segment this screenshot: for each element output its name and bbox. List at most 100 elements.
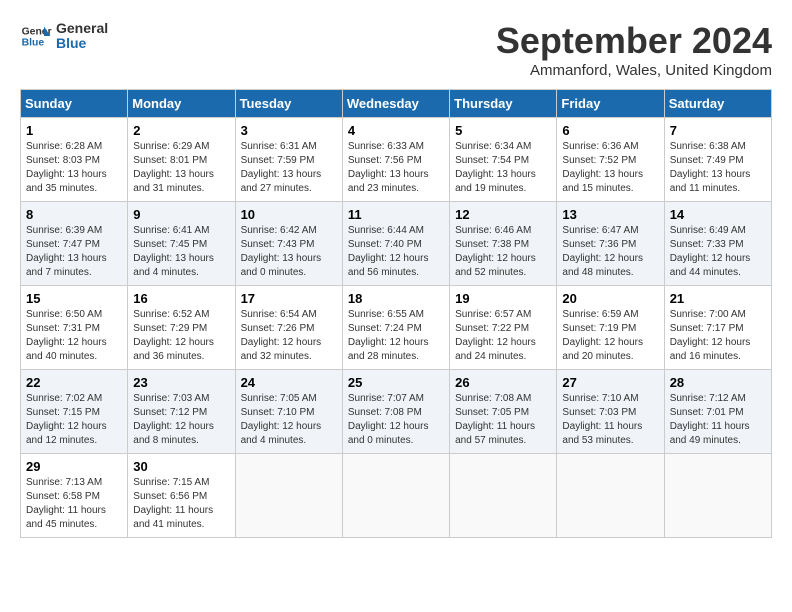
day-cell: 6 Sunrise: 6:36 AM Sunset: 7:52 PM Daylig…: [557, 118, 664, 202]
day-cell: 21 Sunrise: 7:00 AM Sunset: 7:17 PM Dayli…: [664, 286, 771, 370]
day-info: Sunrise: 6:31 AM Sunset: 7:59 PM Dayligh…: [241, 140, 337, 196]
day-number: 13: [562, 207, 658, 222]
page-header: General Blue General Blue September 2024…: [20, 20, 772, 79]
day-info: Sunrise: 7:05 AM Sunset: 7:10 PM Dayligh…: [241, 392, 337, 448]
day-info: Sunrise: 6:57 AM Sunset: 7:22 PM Dayligh…: [455, 308, 551, 364]
day-number: 16: [133, 291, 229, 306]
day-cell: [664, 454, 771, 538]
day-info: Sunrise: 7:03 AM Sunset: 7:12 PM Dayligh…: [133, 392, 229, 448]
day-cell: 30 Sunrise: 7:15 AM Sunset: 6:56 PM Dayli…: [128, 454, 235, 538]
day-info: Sunrise: 7:13 AM Sunset: 6:58 PM Dayligh…: [26, 476, 122, 532]
day-number: 29: [26, 459, 122, 474]
day-cell: 14Sunrise: 6:49 AM Sunset: 7:33 PM Dayli…: [664, 202, 771, 286]
day-number: 23: [133, 375, 229, 390]
day-info: Sunrise: 7:12 AM Sunset: 7:01 PM Dayligh…: [670, 392, 766, 448]
day-number: 9: [133, 207, 229, 222]
day-cell: 16 Sunrise: 6:52 AM Sunset: 7:29 PM Dayli…: [128, 286, 235, 370]
day-info: Sunrise: 6:52 AM Sunset: 7:29 PM Dayligh…: [133, 308, 229, 364]
weekday-friday: Friday: [557, 90, 664, 118]
day-cell: 7 Sunrise: 6:38 AM Sunset: 7:49 PM Daylig…: [664, 118, 771, 202]
day-info: Sunrise: 6:28 AM Sunset: 8:03 PM Dayligh…: [26, 140, 122, 196]
day-info: Sunrise: 6:47 AM Sunset: 7:36 PM Dayligh…: [562, 224, 658, 280]
week-row-2: 8Sunrise: 6:39 AM Sunset: 7:47 PM Daylig…: [21, 202, 772, 286]
day-cell: 2 Sunrise: 6:29 AM Sunset: 8:01 PM Daylig…: [128, 118, 235, 202]
day-info: Sunrise: 6:44 AM Sunset: 7:40 PM Dayligh…: [348, 224, 444, 280]
day-info: Sunrise: 7:00 AM Sunset: 7:17 PM Dayligh…: [670, 308, 766, 364]
day-cell: 24Sunrise: 7:05 AM Sunset: 7:10 PM Dayli…: [235, 370, 342, 454]
day-cell: 13 Sunrise: 6:47 AM Sunset: 7:36 PM Dayli…: [557, 202, 664, 286]
day-number: 20: [562, 291, 658, 306]
weekday-wednesday: Wednesday: [342, 90, 449, 118]
day-cell: 12 Sunrise: 6:46 AM Sunset: 7:38 PM Dayli…: [450, 202, 557, 286]
day-cell: 19 Sunrise: 6:57 AM Sunset: 7:22 PM Dayli…: [450, 286, 557, 370]
day-number: 15: [26, 291, 122, 306]
day-number: 7: [670, 123, 766, 138]
weekday-saturday: Saturday: [664, 90, 771, 118]
day-info: Sunrise: 7:02 AM Sunset: 7:15 PM Dayligh…: [26, 392, 122, 448]
day-number: 10: [241, 207, 337, 222]
day-cell: 25Sunrise: 7:07 AM Sunset: 7:08 PM Dayli…: [342, 370, 449, 454]
day-number: 19: [455, 291, 551, 306]
day-cell: 11 Sunrise: 6:44 AM Sunset: 7:40 PM Dayli…: [342, 202, 449, 286]
day-info: Sunrise: 7:10 AM Sunset: 7:03 PM Dayligh…: [562, 392, 658, 448]
day-number: 12: [455, 207, 551, 222]
day-cell: [557, 454, 664, 538]
day-cell: 17Sunrise: 6:54 AM Sunset: 7:26 PM Dayli…: [235, 286, 342, 370]
day-number: 2: [133, 123, 229, 138]
calendar-table: SundayMondayTuesdayWednesdayThursdayFrid…: [20, 89, 772, 538]
day-number: 6: [562, 123, 658, 138]
day-number: 11: [348, 207, 444, 222]
day-number: 1: [26, 123, 122, 138]
day-number: 3: [241, 123, 337, 138]
day-number: 4: [348, 123, 444, 138]
day-cell: 10 Sunrise: 6:42 AM Sunset: 7:43 PM Dayli…: [235, 202, 342, 286]
week-row-4: 22 Sunrise: 7:02 AM Sunset: 7:15 PM Dayli…: [21, 370, 772, 454]
day-info: Sunrise: 6:33 AM Sunset: 7:56 PM Dayligh…: [348, 140, 444, 196]
weekday-thursday: Thursday: [450, 90, 557, 118]
week-row-5: 29 Sunrise: 7:13 AM Sunset: 6:58 PM Dayli…: [21, 454, 772, 538]
day-info: Sunrise: 7:08 AM Sunset: 7:05 PM Dayligh…: [455, 392, 551, 448]
month-title: September 2024: [496, 20, 772, 62]
week-row-3: 15 Sunrise: 6:50 AM Sunset: 7:31 PM Dayli…: [21, 286, 772, 370]
day-cell: 27 Sunrise: 7:10 AM Sunset: 7:03 PM Dayli…: [557, 370, 664, 454]
day-number: 22: [26, 375, 122, 390]
day-number: 18: [348, 291, 444, 306]
title-block: September 2024 Ammanford, Wales, United …: [496, 20, 772, 79]
day-cell: 18 Sunrise: 6:55 AM Sunset: 7:24 PM Dayli…: [342, 286, 449, 370]
day-cell: 15 Sunrise: 6:50 AM Sunset: 7:31 PM Dayli…: [21, 286, 128, 370]
day-info: Sunrise: 6:50 AM Sunset: 7:31 PM Dayligh…: [26, 308, 122, 364]
day-info: Sunrise: 7:07 AM Sunset: 7:08 PM Dayligh…: [348, 392, 444, 448]
day-number: 30: [133, 459, 229, 474]
day-number: 5: [455, 123, 551, 138]
logo: General Blue General Blue: [20, 20, 108, 52]
logo-icon: General Blue: [20, 20, 52, 52]
day-number: 27: [562, 375, 658, 390]
day-info: Sunrise: 6:34 AM Sunset: 7:54 PM Dayligh…: [455, 140, 551, 196]
day-info: Sunrise: 6:59 AM Sunset: 7:19 PM Dayligh…: [562, 308, 658, 364]
logo-line2: Blue: [56, 36, 108, 51]
day-number: 17: [241, 291, 337, 306]
day-info: Sunrise: 6:41 AM Sunset: 7:45 PM Dayligh…: [133, 224, 229, 280]
day-info: Sunrise: 6:36 AM Sunset: 7:52 PM Dayligh…: [562, 140, 658, 196]
day-number: 26: [455, 375, 551, 390]
day-cell: 29 Sunrise: 7:13 AM Sunset: 6:58 PM Dayli…: [21, 454, 128, 538]
day-cell: 20 Sunrise: 6:59 AM Sunset: 7:19 PM Dayli…: [557, 286, 664, 370]
day-info: Sunrise: 6:46 AM Sunset: 7:38 PM Dayligh…: [455, 224, 551, 280]
day-number: 14: [670, 207, 766, 222]
day-info: Sunrise: 6:42 AM Sunset: 7:43 PM Dayligh…: [241, 224, 337, 280]
week-row-1: 1 Sunrise: 6:28 AM Sunset: 8:03 PM Daylig…: [21, 118, 772, 202]
weekday-sunday: Sunday: [21, 90, 128, 118]
day-info: Sunrise: 6:38 AM Sunset: 7:49 PM Dayligh…: [670, 140, 766, 196]
day-info: Sunrise: 7:15 AM Sunset: 6:56 PM Dayligh…: [133, 476, 229, 532]
weekday-monday: Monday: [128, 90, 235, 118]
day-number: 21: [670, 291, 766, 306]
day-number: 8: [26, 207, 122, 222]
day-cell: 4 Sunrise: 6:33 AM Sunset: 7:56 PM Daylig…: [342, 118, 449, 202]
day-info: Sunrise: 6:55 AM Sunset: 7:24 PM Dayligh…: [348, 308, 444, 364]
day-cell: 9 Sunrise: 6:41 AM Sunset: 7:45 PM Daylig…: [128, 202, 235, 286]
weekday-tuesday: Tuesday: [235, 90, 342, 118]
location-subtitle: Ammanford, Wales, United Kingdom: [496, 62, 772, 79]
day-cell: 23 Sunrise: 7:03 AM Sunset: 7:12 PM Dayli…: [128, 370, 235, 454]
day-info: Sunrise: 6:29 AM Sunset: 8:01 PM Dayligh…: [133, 140, 229, 196]
day-cell: 28Sunrise: 7:12 AM Sunset: 7:01 PM Dayli…: [664, 370, 771, 454]
